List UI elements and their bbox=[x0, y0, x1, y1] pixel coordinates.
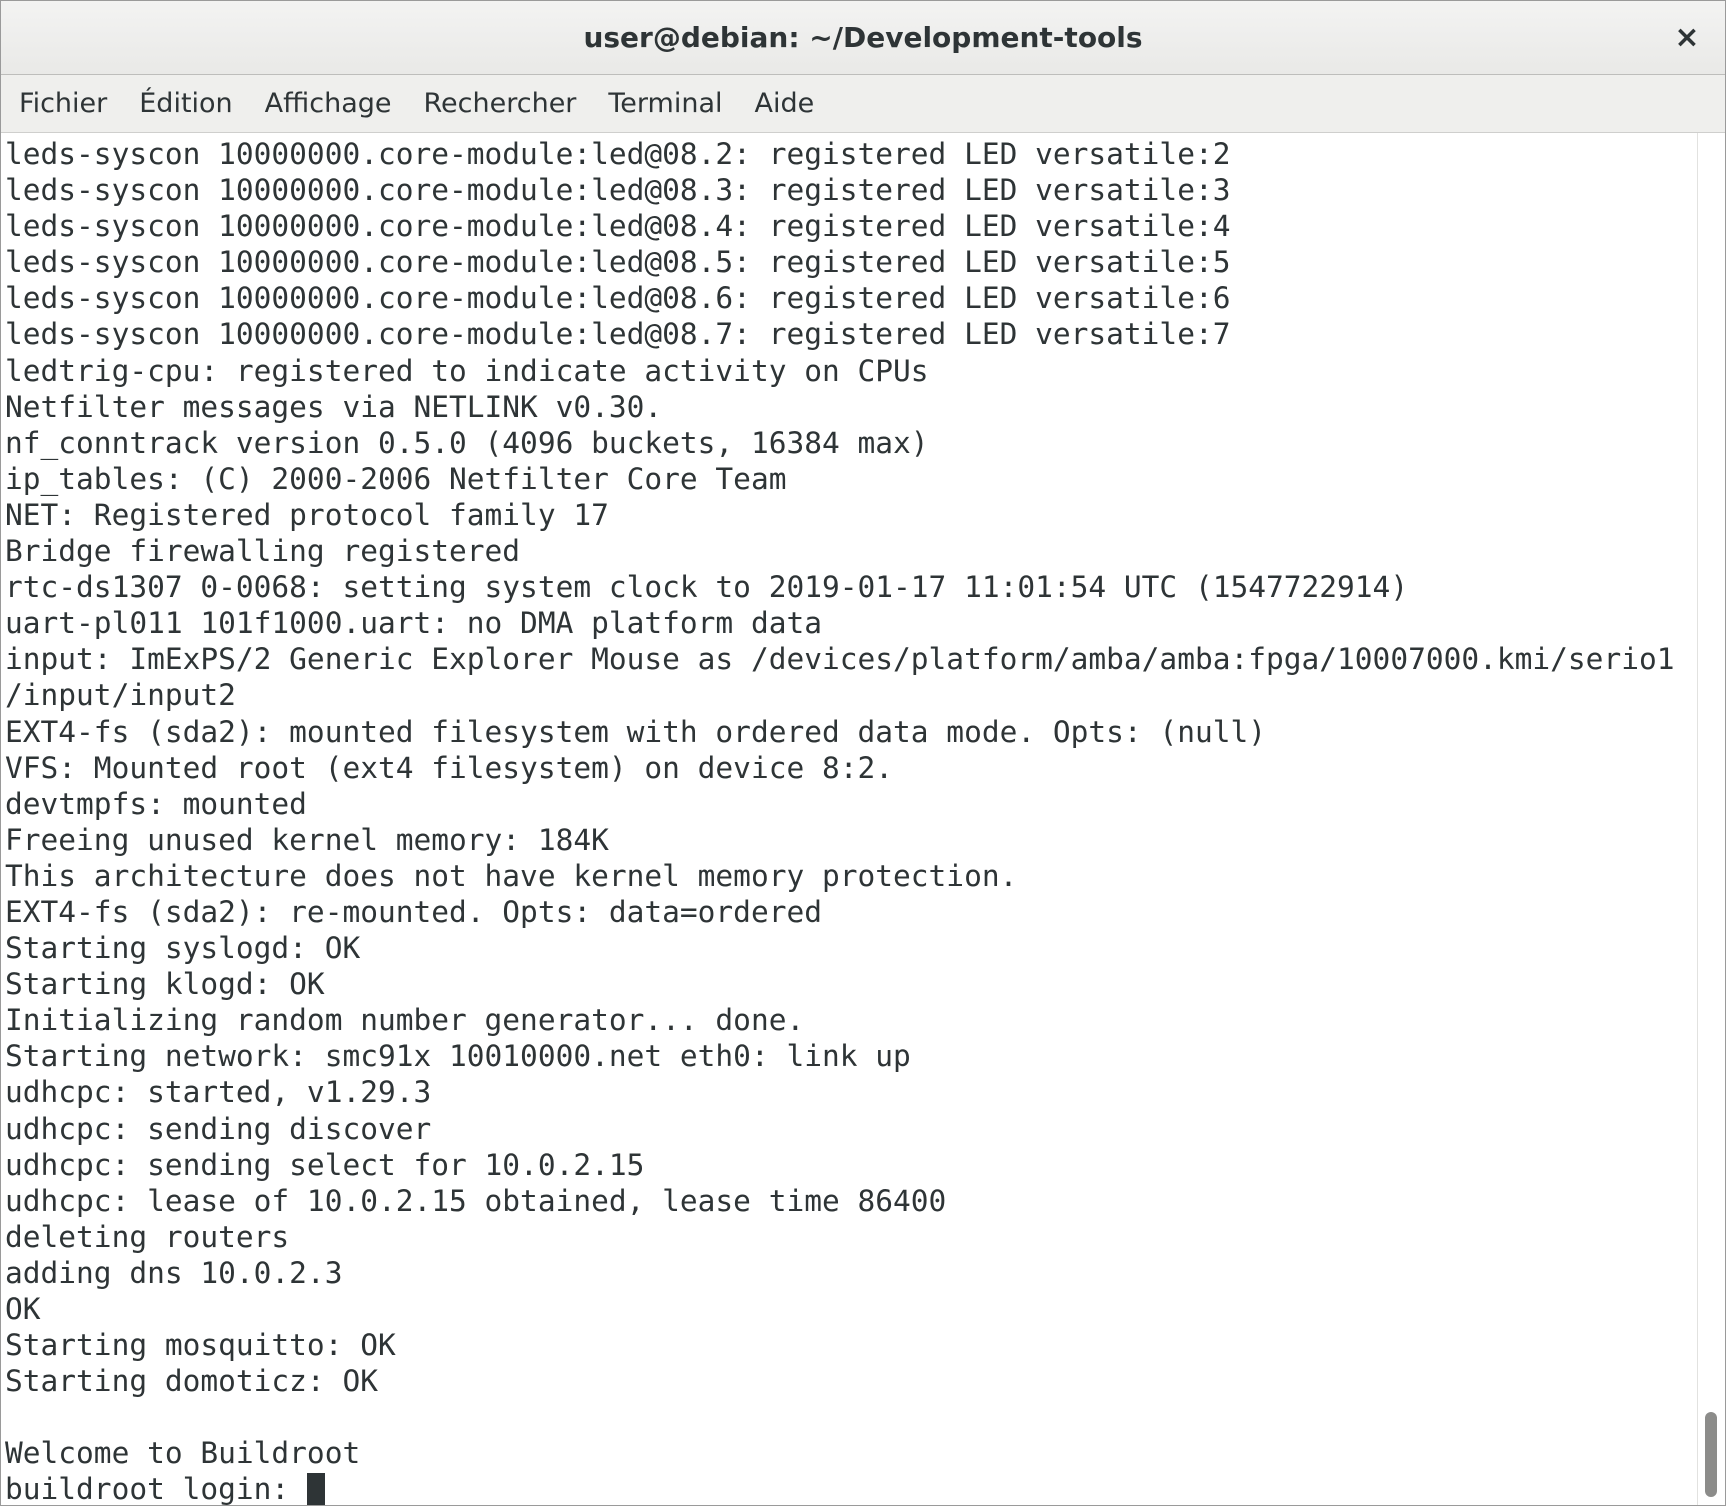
terminal-line: leds-syscon 10000000.core-module:led@08.… bbox=[5, 281, 1231, 316]
terminal-line: EXT4-fs (sda2): re-mounted. Opts: data=o… bbox=[5, 894, 822, 929]
terminal-line: udhcpc: started, v1.29.3 bbox=[5, 1075, 432, 1110]
terminal-line: nf_conntrack version 0.5.0 (4096 buckets… bbox=[5, 425, 929, 460]
terminal-line: leds-syscon 10000000.core-module:led@08.… bbox=[5, 137, 1231, 171]
terminal-line: OK bbox=[5, 1292, 41, 1326]
terminal-line: Bridge firewalling registered bbox=[5, 534, 521, 569]
terminal-output[interactable]: leds-syscon 10000000.core-module:led@08.… bbox=[1, 133, 1699, 1506]
menu-fichier[interactable]: Fichier bbox=[7, 75, 119, 133]
scrollbar-thumb[interactable] bbox=[1705, 1412, 1717, 1497]
terminal-line: Netfilter messages via NETLINK v0.30. bbox=[5, 389, 663, 424]
terminal-line: NET: Registered protocol family 17 bbox=[5, 497, 609, 532]
vertical-scrollbar[interactable] bbox=[1697, 133, 1725, 1505]
terminal-line: leds-syscon 10000000.core-module:led@08.… bbox=[5, 245, 1231, 280]
terminal-lines: leds-syscon 10000000.core-module:led@08.… bbox=[5, 136, 1675, 1506]
terminal-line: leds-syscon 10000000.core-module:led@08.… bbox=[5, 209, 1231, 244]
terminal-line: Initializing random number generator... … bbox=[5, 1003, 805, 1038]
close-icon[interactable]: × bbox=[1667, 18, 1707, 58]
title-bar[interactable]: user@debian: ~/Development-tools × bbox=[1, 1, 1725, 75]
terminal-line: Starting mosquitto: OK bbox=[5, 1328, 396, 1363]
login-prompt-line[interactable]: buildroot login: bbox=[5, 1471, 1675, 1506]
text-cursor bbox=[306, 1472, 325, 1505]
login-prompt: buildroot login: bbox=[5, 1472, 307, 1506]
menu-affichage[interactable]: Affichage bbox=[253, 75, 404, 133]
terminal-line: rtc-ds1307 0-0068: setting system clock … bbox=[5, 570, 1409, 605]
menu-edition[interactable]: Édition bbox=[127, 75, 244, 133]
terminal-line: udhcpc: sending discover bbox=[5, 1111, 432, 1146]
terminal-line: VFS: Mounted root (ext4 filesystem) on d… bbox=[5, 750, 894, 785]
terminal-line: ledtrig-cpu: registered to indicate acti… bbox=[5, 353, 929, 388]
terminal-line: Starting syslogd: OK bbox=[5, 931, 361, 966]
terminal-line: Starting domoticz: OK bbox=[5, 1364, 378, 1399]
terminal-line: deleting routers bbox=[5, 1219, 290, 1254]
terminal-line: Freeing unused kernel memory: 184K bbox=[5, 822, 609, 857]
menu-bar: Fichier Édition Affichage Rechercher Ter… bbox=[1, 75, 1725, 133]
terminal-line: /input/input2 bbox=[5, 678, 236, 713]
terminal-line: This architecture does not have kernel m… bbox=[5, 858, 1018, 893]
terminal-line: udhcpc: lease of 10.0.2.15 obtained, lea… bbox=[5, 1183, 947, 1218]
terminal-line: uart-pl011 101f1000.uart: no DMA platfor… bbox=[5, 606, 822, 641]
terminal-line: udhcpc: sending select for 10.0.2.15 bbox=[5, 1147, 645, 1182]
terminal-line: leds-syscon 10000000.core-module:led@08.… bbox=[5, 317, 1231, 352]
terminal-line: devtmpfs: mounted bbox=[5, 786, 307, 821]
window-title: user@debian: ~/Development-tools bbox=[583, 21, 1143, 54]
menu-rechercher[interactable]: Rechercher bbox=[412, 75, 589, 133]
terminal-line: input: ImExPS/2 Generic Explorer Mouse a… bbox=[5, 642, 1675, 677]
terminal-line: Starting klogd: OK bbox=[5, 967, 325, 1002]
menu-terminal[interactable]: Terminal bbox=[596, 75, 734, 133]
menu-aide[interactable]: Aide bbox=[743, 75, 827, 133]
terminal-line: adding dns 10.0.2.3 bbox=[5, 1255, 343, 1290]
terminal-window: user@debian: ~/Development-tools × Fichi… bbox=[0, 0, 1726, 1506]
terminal-line: leds-syscon 10000000.core-module:led@08.… bbox=[5, 173, 1231, 208]
terminal-line: ip_tables: (C) 2000-2006 Netfilter Core … bbox=[5, 461, 787, 496]
terminal-line: Welcome to Buildroot bbox=[5, 1436, 361, 1471]
terminal-line: Starting network: smc91x 10010000.net et… bbox=[5, 1039, 911, 1074]
terminal-line: EXT4-fs (sda2): mounted filesystem with … bbox=[5, 714, 1266, 749]
